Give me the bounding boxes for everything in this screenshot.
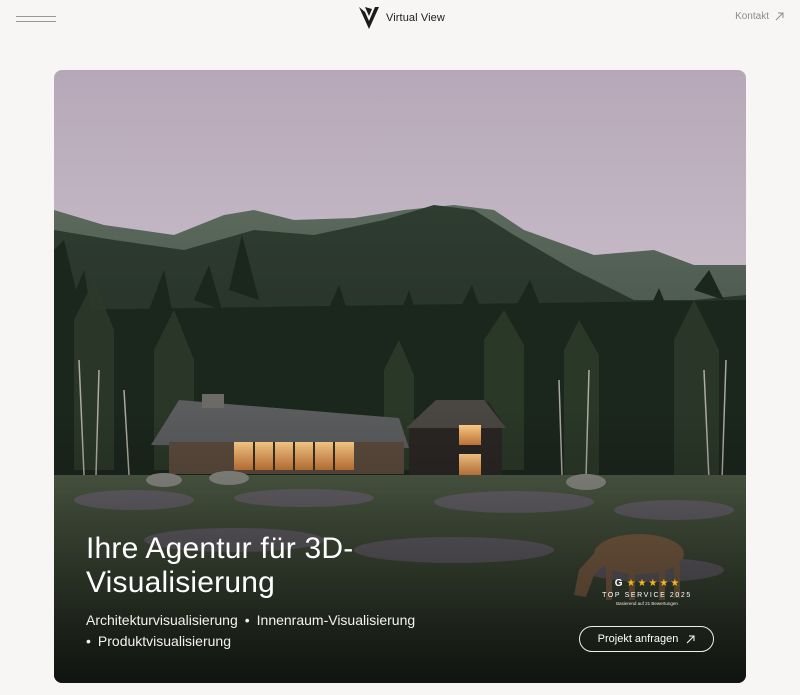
- star-icon: ★: [670, 577, 680, 589]
- google-rating-badge[interactable]: G ★ ★ ★ ★ ★ TOP SERVICE 2025 Basierend a…: [599, 578, 695, 606]
- site-header: Virtual View Kontakt: [0, 0, 800, 44]
- hero-title-line1: Ihre Agentur für 3D-: [86, 532, 354, 565]
- request-project-button[interactable]: Projekt anfragen: [579, 626, 714, 652]
- service-item: Innenraum-Visualisierung: [256, 612, 416, 628]
- menu-line: [16, 21, 56, 22]
- hero-section: Ihre Agentur für 3D- Visualisierung Arch…: [54, 70, 746, 683]
- arrow-up-right-icon: [775, 12, 784, 21]
- service-item: Architekturvisualisierung: [86, 612, 238, 628]
- services-list: Architekturvisualisierung • Innenraum-Visu…: [86, 610, 516, 652]
- contact-label: Kontakt: [735, 11, 769, 22]
- arrow-up-right-icon: [687, 635, 695, 643]
- hero-title-line2: Visualisierung: [86, 566, 276, 599]
- rating-stars: G ★ ★ ★ ★ ★: [599, 578, 695, 589]
- contact-link[interactable]: Kontakt: [735, 11, 784, 22]
- separator: •: [244, 612, 250, 628]
- star-icon: ★: [626, 577, 636, 589]
- hero-title: Ihre Agentur für 3D- Visualisierung: [86, 532, 506, 600]
- star-icon: ★: [659, 577, 669, 589]
- google-icon: G: [614, 578, 623, 589]
- logo-mark-icon: [359, 7, 379, 29]
- menu-line: [16, 16, 56, 17]
- service-item: Produktvisualisierung: [97, 633, 231, 649]
- badge-subtitle: Basierend auf 21 Bewertungen: [616, 601, 678, 606]
- hamburger-icon[interactable]: [16, 12, 56, 26]
- cta-label: Projekt anfragen: [597, 633, 679, 645]
- separator: •: [86, 633, 91, 649]
- badge-title: TOP SERVICE 2025: [602, 592, 692, 599]
- logo-text: Virtual View: [386, 12, 445, 24]
- logo[interactable]: Virtual View: [358, 5, 445, 31]
- page: Virtual View Kontakt Ihre Agentur für 3D…: [0, 0, 800, 695]
- star-icon: ★: [637, 577, 647, 589]
- star-icon: ★: [648, 577, 658, 589]
